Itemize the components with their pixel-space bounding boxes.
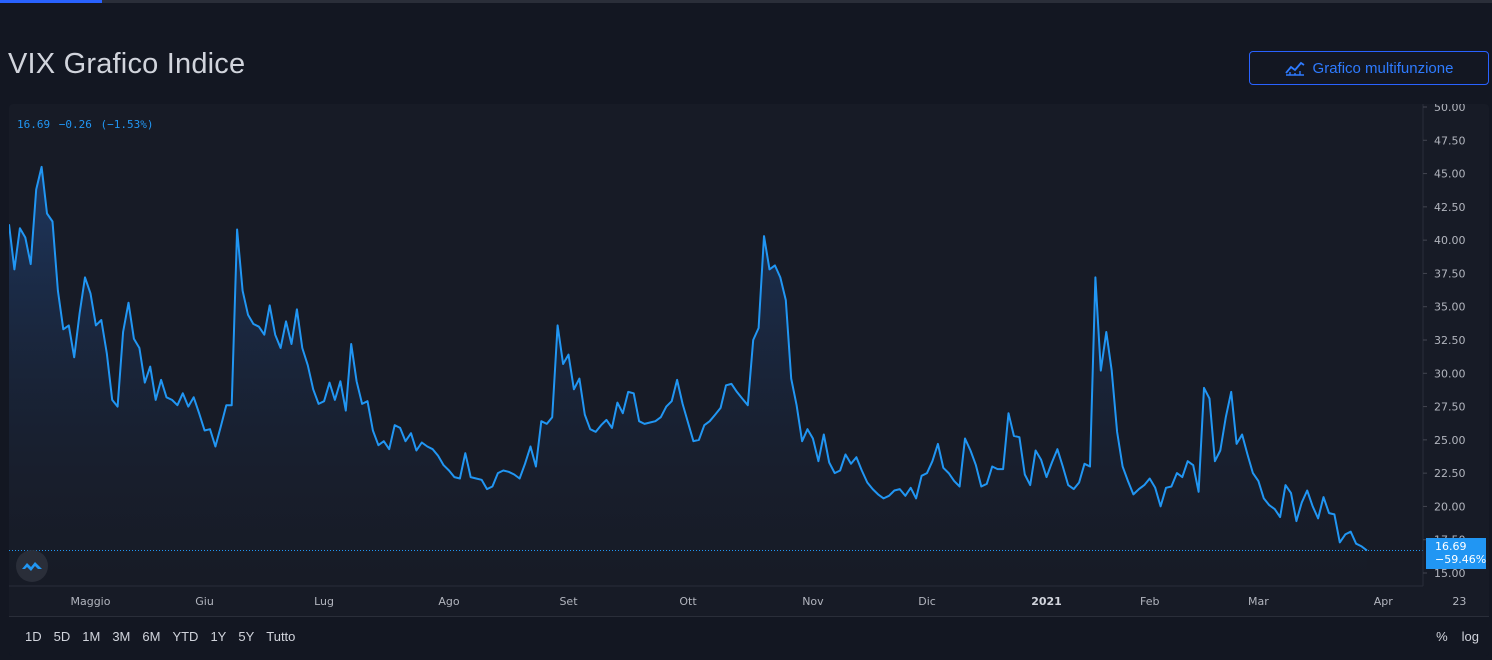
range-button-1d[interactable]: 1D: [19, 629, 48, 645]
y-tick-label: 42.50: [1434, 201, 1466, 214]
y-tick-label: 47.50: [1434, 134, 1466, 147]
range-button-1m[interactable]: 1M: [76, 629, 106, 645]
y-tick-label: 30.00: [1434, 367, 1466, 380]
price-legend: 16.69 −0.26 (−1.53%): [17, 118, 155, 131]
page-title: VIX Grafico Indice: [8, 48, 246, 80]
x-tick-label: Ott: [679, 595, 697, 608]
x-tick-label: 23: [1452, 595, 1466, 608]
series-area: [9, 166, 1367, 586]
percent-scale-button[interactable]: %: [1436, 629, 1448, 645]
x-tick-label: Nov: [802, 595, 824, 608]
range-button-tutto[interactable]: Tutto: [260, 629, 301, 645]
legend-change: −0.26: [58, 118, 92, 131]
y-tick-label: 40.00: [1434, 234, 1466, 247]
x-tick-label: 2021: [1031, 595, 1062, 608]
x-tick-label: Maggio: [70, 595, 110, 608]
full-chart-button[interactable]: Grafico multifunzione: [1249, 51, 1489, 85]
y-tick-label: 32.50: [1434, 334, 1466, 347]
x-tick-label: Lug: [314, 595, 334, 608]
range-button-6m[interactable]: 6M: [136, 629, 166, 645]
x-tick-label: Apr: [1374, 595, 1394, 608]
top-accent: [0, 0, 102, 3]
range-buttons: 1D 5D 1M 3M 6M YTD 1Y 5Y Tutto: [19, 629, 301, 645]
range-button-5y[interactable]: 5Y: [232, 629, 260, 645]
y-tick-label: 27.50: [1434, 401, 1466, 414]
chart-panel[interactable]: 50.00 47.50 45.00 42.50 40.00 37.50 35.00 32.50…: [9, 104, 1489, 656]
x-tick-label: Set: [559, 595, 578, 608]
chart-line-icon: [1284, 61, 1305, 76]
x-tick-label: Feb: [1140, 595, 1159, 608]
x-tick-label: Ago: [438, 595, 460, 608]
full-chart-button-label: Grafico multifunzione: [1312, 59, 1454, 77]
y-tick-label: 37.50: [1434, 267, 1466, 280]
vix-area-chart[interactable]: 50.00 47.50 45.00 42.50 40.00 37.50 35.00 32.50…: [9, 104, 1489, 616]
y-tick-label: 50.00: [1434, 104, 1466, 114]
range-button-1y[interactable]: 1Y: [204, 629, 232, 645]
y-tick-label: 20.00: [1434, 500, 1466, 513]
log-scale-button[interactable]: log: [1462, 629, 1479, 645]
y-tick-label: 45.00: [1434, 168, 1466, 181]
y-tick-label: 25.00: [1434, 434, 1466, 447]
top-border: [0, 0, 1492, 3]
y-tick-label: 22.50: [1434, 467, 1466, 480]
y-tick-label: 35.00: [1434, 301, 1466, 314]
last-price-value: 16.69: [1435, 540, 1467, 553]
last-price-pct: −59.46%: [1435, 553, 1487, 566]
range-button-3m[interactable]: 3M: [106, 629, 136, 645]
x-tick-label: Giu: [195, 595, 214, 608]
legend-change-pct: (−1.53%): [100, 118, 154, 131]
tradingview-logo-icon[interactable]: [16, 550, 48, 582]
range-button-5d[interactable]: 5D: [48, 629, 77, 645]
range-toolbar: 1D 5D 1M 3M 6M YTD 1Y 5Y Tutto % log: [9, 616, 1489, 656]
x-tick-label: Mar: [1248, 595, 1269, 608]
range-button-ytd[interactable]: YTD: [166, 629, 204, 645]
legend-last: 16.69: [17, 118, 51, 131]
scale-buttons: % log: [1436, 629, 1479, 645]
x-tick-label: Dic: [918, 595, 936, 608]
last-price-tag: 16.69 −59.46%: [1426, 538, 1486, 569]
